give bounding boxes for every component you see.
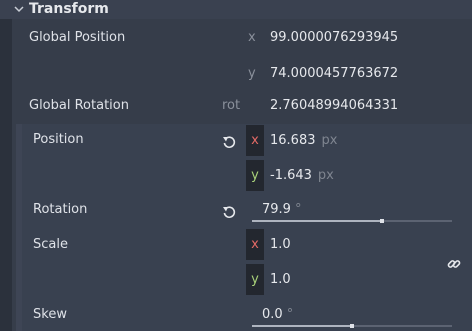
chevron-down-icon [14,6,24,13]
global-rotation-value[interactable]: 2.76048994064331 [270,98,398,114]
position-label: Position [33,132,84,147]
scale-x-axis: x [246,229,264,260]
scale-label: Scale [33,237,68,252]
rotation-unit: ° [294,202,302,217]
skew-slider[interactable] [252,324,452,328]
skew-value[interactable]: 0.0 [262,307,283,322]
skew-slider-fill [252,325,352,327]
rotation-field[interactable]: 79.9 ° [262,202,301,218]
rotation-slider[interactable] [252,219,452,223]
global-rotation-label: Global Rotation [29,98,129,113]
position-x-unit: px [321,133,338,148]
position-y-value[interactable]: -1.643 [270,168,312,183]
global-position-label: Global Position [29,30,126,45]
scale-y-axis: y [246,264,264,295]
skew-label: Skew [33,307,67,322]
rotation-value[interactable]: 79.9 [262,202,291,217]
inspector-indent-stripe [0,19,12,331]
local-group-stripe [16,124,22,331]
section-title: Transform [29,1,109,17]
revert-icon[interactable] [222,135,236,149]
global-position-x-value[interactable]: 99.0000076293945 [270,30,398,46]
rotation-slider-fill [252,220,382,222]
rotation-slider-grabber[interactable] [380,219,384,223]
revert-icon[interactable] [222,205,236,219]
scale-x-value[interactable]: 1.0 [270,237,291,253]
skew-slider-grabber[interactable] [350,324,354,328]
position-x-field[interactable]: 16.683 px [270,133,337,149]
position-y-axis: y [246,160,264,191]
scale-y-value[interactable]: 1.0 [270,272,291,288]
skew-field[interactable]: 0.0 ° [262,307,293,323]
position-y-unit: px [317,168,334,183]
position-x-value[interactable]: 16.683 [270,133,316,148]
link-icon[interactable] [446,256,462,272]
skew-unit: ° [286,307,294,322]
global-position-y-axis: y [248,66,256,81]
position-y-field[interactable]: -1.643 px [270,168,334,184]
transform-section-header[interactable]: Transform [0,0,472,19]
global-rotation-axis: rot [222,98,241,113]
rotation-label: Rotation [33,202,88,217]
global-position-y-value[interactable]: 74.0000457763672 [270,66,398,82]
position-x-axis: x [246,125,264,156]
global-position-x-axis: x [248,30,256,45]
